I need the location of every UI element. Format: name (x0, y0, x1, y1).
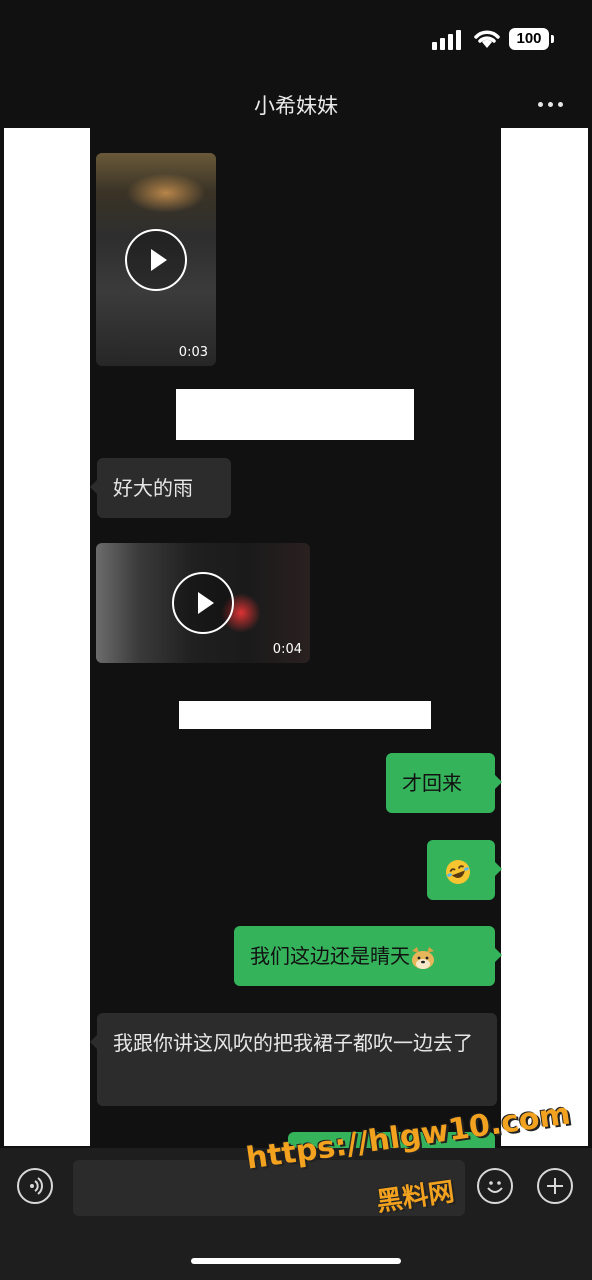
chat-header: 小希妹妹 (0, 80, 592, 128)
redacted-block (176, 389, 414, 440)
message-bubble-incoming[interactable]: 我跟你讲这风吹的把我裙子都吹一边去了 (90, 1013, 497, 1106)
redacted-block (179, 701, 431, 729)
status-bar: 100 (0, 0, 592, 80)
video-message[interactable]: 0:04 (96, 543, 310, 663)
more-dots-icon[interactable] (538, 102, 564, 108)
voice-input-button[interactable] (17, 1168, 53, 1204)
battery-indicator: 100 (509, 28, 554, 50)
home-indicator (191, 1258, 401, 1264)
video-duration: 0:03 (178, 345, 208, 360)
right-blank-panel (501, 128, 588, 1146)
wifi-icon (474, 30, 500, 48)
cellular-signal-icon (432, 30, 464, 50)
message-bubble-outgoing[interactable] (427, 840, 502, 900)
voice-icon (30, 1177, 43, 1195)
message-bubble-outgoing[interactable]: 才回来 (386, 753, 502, 813)
smiley-icon (487, 1181, 503, 1193)
doge-emoji-icon (412, 946, 434, 969)
video-duration: 0:04 (272, 642, 302, 657)
message-text: 我们这边还是晴天 (250, 944, 410, 968)
play-icon[interactable] (125, 229, 187, 291)
add-attachment-button[interactable] (537, 1168, 573, 1204)
left-blank-panel (4, 128, 90, 1146)
message-text: 我跟你讲这风吹的把我裙子都吹一边去了 (113, 1031, 473, 1055)
message-text: 才回来 (402, 771, 462, 795)
video-message[interactable]: 0:03 (96, 153, 216, 366)
message-text: 好大的雨 (113, 476, 193, 500)
play-icon[interactable] (172, 572, 234, 634)
emoji-button[interactable] (477, 1168, 513, 1204)
video-thumbnail (126, 173, 206, 213)
rofl-emoji-icon (446, 859, 470, 884)
chat-title: 小希妹妹 (254, 94, 338, 118)
message-bubble-incoming[interactable]: 好大的雨 (90, 458, 231, 518)
message-bubble-outgoing[interactable]: 我们这边还是晴天 (234, 926, 502, 986)
